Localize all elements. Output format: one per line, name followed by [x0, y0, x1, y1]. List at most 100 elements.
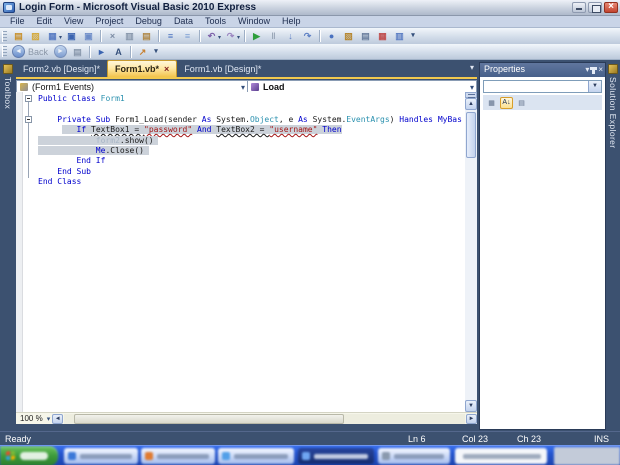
new-project-icon[interactable]: ▤ — [11, 29, 26, 43]
outline-guide-line — [28, 102, 29, 178]
properties-header[interactable]: Properties ▾ × — [480, 63, 605, 77]
zoom-combo[interactable]: 100 % ▾ — [16, 413, 52, 424]
toolbox-autohide-tab[interactable]: Toolbox — [0, 60, 16, 190]
find-icon[interactable]: ● — [324, 29, 339, 43]
menu-item-edit[interactable]: Edit — [31, 16, 59, 27]
document-tab-2[interactable]: Form1.vb [Design]* — [177, 60, 268, 77]
taskbar-button[interactable] — [218, 448, 294, 464]
chevron-down-icon[interactable]: ▾ — [470, 83, 474, 92]
chevron-down-icon[interactable]: ▼ — [588, 81, 601, 92]
toolbar-separator — [100, 30, 101, 42]
property-pages-icon[interactable]: ▤ — [515, 97, 528, 109]
pen-icon[interactable]: ↗ — [135, 45, 150, 59]
copy-icon[interactable]: ▥ — [122, 29, 137, 43]
uncomment-icon[interactable]: ≡ — [180, 29, 195, 43]
paste-icon[interactable]: ▤ — [139, 29, 154, 43]
undo-icon[interactable]: ↶ — [204, 29, 219, 43]
step-into-icon[interactable]: ↓ — [283, 29, 298, 43]
close-button[interactable] — [604, 2, 618, 13]
collapse-sub-box[interactable] — [25, 116, 32, 123]
add-item-icon[interactable]: ▦ — [45, 29, 60, 43]
taskbar-button[interactable] — [141, 448, 215, 464]
chevron-down-icon[interactable]: ▾ — [59, 34, 62, 41]
alphabetical-icon[interactable]: A↓ — [500, 97, 513, 109]
horizontal-scroll-thumb[interactable] — [74, 414, 344, 424]
method-icon — [251, 83, 259, 91]
minimize-button[interactable] — [572, 2, 586, 13]
comment-icon[interactable]: ≡ — [163, 29, 178, 43]
class-combo-value: (Form1 Events) — [32, 82, 94, 92]
member-combo-value: Load — [263, 82, 285, 92]
taskbar-button[interactable] — [298, 448, 374, 464]
chevron-down-icon[interactable]: ▾ — [241, 83, 245, 92]
open-folder-icon[interactable]: ▨ — [28, 29, 43, 43]
pin-icon[interactable] — [592, 67, 595, 74]
restore-button[interactable] — [588, 2, 602, 13]
scroll-left-icon[interactable]: ◄ — [52, 414, 63, 424]
toolbar-grip[interactable] — [2, 46, 7, 57]
collapse-class-box[interactable] — [25, 95, 32, 102]
status-message: Ready — [5, 434, 31, 444]
scroll-right-icon[interactable]: ► — [466, 414, 477, 424]
taskbar-button[interactable] — [64, 448, 138, 464]
break-all-icon[interactable]: ‖ — [266, 29, 281, 43]
redo-icon[interactable]: ↷ — [223, 29, 238, 43]
font-size-icon[interactable]: A — [111, 45, 126, 59]
overflow-chevron-icon[interactable]: ▾ — [409, 29, 417, 43]
taskbar-button[interactable] — [455, 448, 547, 464]
taskbar-button[interactable] — [378, 448, 450, 464]
save-all-icon[interactable]: ▣ — [81, 29, 96, 43]
vertical-scroll-thumb[interactable] — [466, 112, 476, 158]
scroll-up-icon[interactable]: ▲ — [465, 98, 477, 110]
cut-icon[interactable]: × — [105, 29, 120, 43]
categorized-icon[interactable]: ▦ — [485, 97, 498, 109]
solution-explorer-label: Solution Explorer — [608, 77, 618, 149]
scroll-down-icon[interactable]: ▼ — [465, 400, 477, 412]
overflow-chevron-icon[interactable]: ▾ — [152, 45, 160, 59]
immediate-window-icon[interactable]: ▥ — [392, 29, 407, 43]
chevron-down-icon[interactable]: ▾ — [218, 34, 221, 41]
vertical-scrollbar[interactable]: ▲ ▼ — [465, 92, 477, 412]
menu-item-window[interactable]: Window — [232, 16, 276, 27]
back-button[interactable]: ◄ — [12, 45, 25, 58]
menu-item-project[interactable]: Project — [89, 16, 129, 27]
properties-object-combo[interactable]: ▼ — [483, 80, 602, 93]
solution-explorer-icon[interactable]: ▧ — [341, 29, 356, 43]
save-icon[interactable]: ▣ — [64, 29, 79, 43]
windows-logo-icon — [6, 451, 15, 461]
menu-item-file[interactable]: File — [4, 16, 31, 27]
editor-bottom-bar: 100 % ▾ ◄ ► — [16, 412, 477, 424]
close-icon[interactable]: × — [598, 66, 603, 74]
toolbar-grip[interactable] — [2, 31, 7, 42]
chevron-down-icon[interactable]: ▾ — [47, 415, 51, 423]
toolbar-separator — [158, 30, 159, 42]
tab-close-icon[interactable]: × — [164, 64, 169, 74]
document-tab-1[interactable]: Form1.vb*× — [107, 60, 177, 77]
recent-files-icon[interactable]: ▤ — [70, 45, 85, 59]
code-editor[interactable]: Public Class Form1 Private Sub Form1_Loa… — [16, 92, 465, 412]
menu-item-tools[interactable]: Tools — [199, 16, 232, 27]
menu-item-help[interactable]: Help — [276, 16, 307, 27]
properties-panel: Properties ▾ × ▼ ▦A↓▤ — [479, 62, 606, 430]
properties-window-icon[interactable]: ▤ — [358, 29, 373, 43]
forward-button[interactable]: ► — [54, 45, 67, 58]
solution-explorer-autohide-tab[interactable]: Solution Explorer — [606, 60, 620, 210]
document-tab-0[interactable]: Form2.vb [Design]* — [16, 60, 107, 77]
title-bar[interactable]: Login Form - Microsoft Visual Basic 2010… — [0, 0, 620, 16]
window-position-icon[interactable]: ▾ — [585, 66, 589, 74]
pointer-icon[interactable]: ► — [94, 45, 109, 59]
horizontal-scrollbar[interactable] — [64, 414, 465, 424]
document-tab-strip: Form2.vb [Design]*Form1.vb*×Form1.vb [De… — [16, 60, 477, 77]
start-debugging-icon[interactable]: ▶ — [249, 29, 264, 43]
error-list-icon[interactable]: ▦ — [375, 29, 390, 43]
code-line: End Class — [38, 177, 462, 187]
chevron-down-icon[interactable]: ▾ — [237, 34, 240, 41]
step-over-icon[interactable]: ↷ — [300, 29, 315, 43]
events-icon — [20, 83, 28, 91]
back-button-label: Back — [28, 47, 48, 57]
menu-item-data[interactable]: Data — [168, 16, 199, 27]
start-button[interactable] — [0, 446, 58, 465]
menu-item-debug[interactable]: Debug — [129, 16, 168, 27]
menu-item-view[interactable]: View — [58, 16, 89, 27]
document-list-chevron-icon[interactable]: ▾ — [470, 63, 474, 72]
